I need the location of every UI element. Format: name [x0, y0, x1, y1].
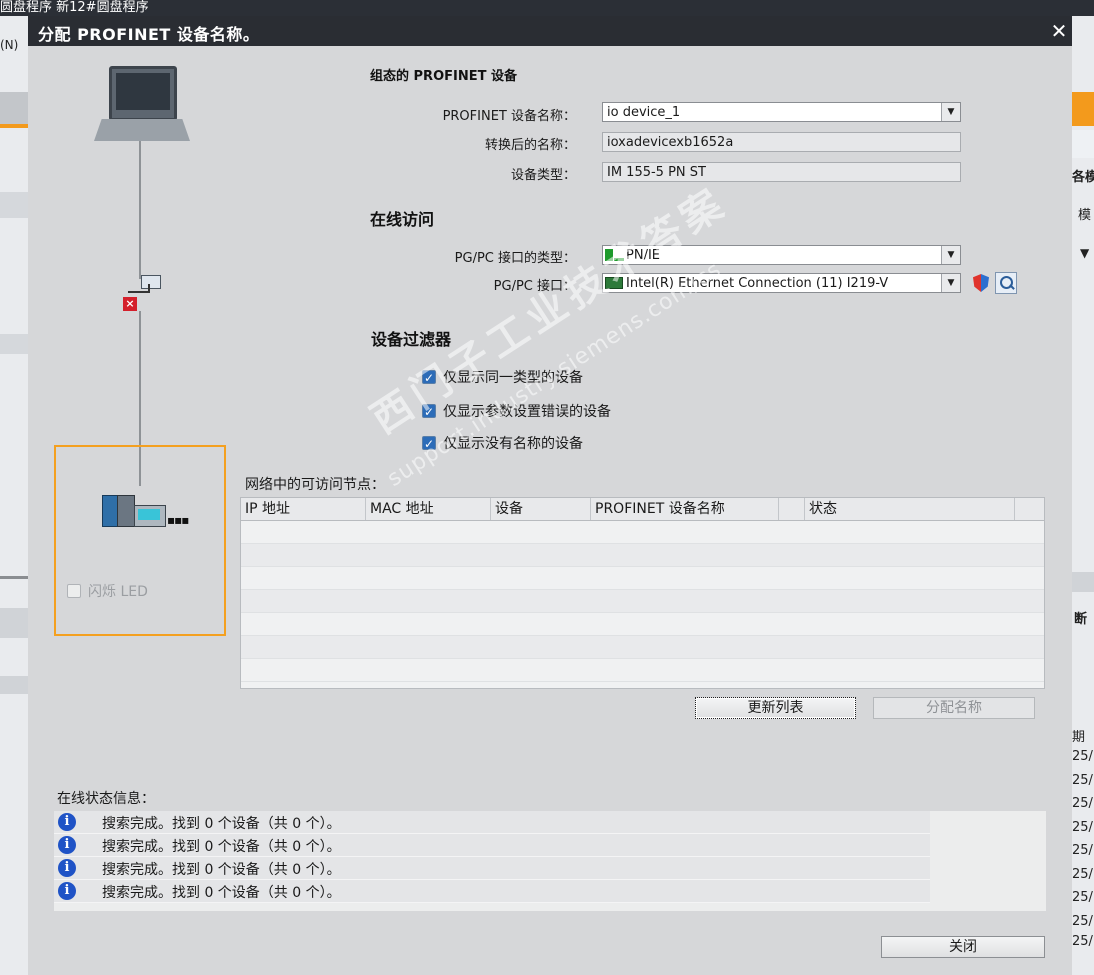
network-icon: [605, 249, 613, 261]
device-filter-heading: 设备过滤器: [371, 330, 452, 349]
info-icon: i: [58, 882, 76, 900]
switch-icon: [141, 275, 161, 289]
pgpc-type-dropdown[interactable]: PN/IE ▼: [602, 245, 961, 265]
table-row: [241, 567, 1044, 590]
profinet-name-label: PROFINET 设备名称：: [442, 109, 576, 124]
assign-name-button[interactable]: 分配名称: [873, 697, 1035, 719]
security-shield-icon[interactable]: [973, 274, 989, 292]
online-status-label: 在线状态信息：: [57, 791, 155, 807]
converted-name-field: ioxadevicexb1652a: [602, 132, 961, 152]
device-type-field: IM 155-5 PN ST: [602, 162, 961, 182]
chevron-down-icon[interactable]: ▼: [941, 274, 960, 292]
background-menu-fragment: (N): [0, 38, 19, 52]
accessible-nodes-label: 网络中的可访问节点：: [245, 477, 385, 493]
accessible-nodes-table[interactable]: IP 地址 MAC 地址 设备 PROFINET 设备名称 状态: [240, 497, 1045, 689]
column-ip[interactable]: IP 地址: [241, 498, 366, 520]
dialog-titlebar[interactable]: 分配 PROFINET 设备名称。 ✕: [28, 16, 1072, 46]
device-module-icon: [102, 495, 118, 527]
close-icon[interactable]: ✕: [1048, 20, 1070, 42]
filter-no-name-checkbox[interactable]: ✓: [422, 436, 436, 451]
table-row: [241, 590, 1044, 613]
refresh-list-button[interactable]: 更新列表: [695, 697, 856, 719]
blink-led-checkbox-row[interactable]: 闪烁 LED: [67, 581, 148, 601]
list-item: i 搜索完成。找到 0 个设备（共 0 个）。: [54, 857, 930, 880]
list-item: i 搜索完成。找到 0 个设备（共 0 个）。: [54, 880, 930, 903]
table-row: [241, 636, 1044, 659]
configured-device-heading: 组态的 PROFINET 设备: [370, 69, 517, 84]
info-icon: i: [58, 836, 76, 854]
table-row: [241, 613, 1044, 636]
pgpc-interface-label: PG/PC 接口：: [493, 279, 576, 294]
info-icon: i: [58, 813, 76, 831]
table-header: IP 地址 MAC 地址 设备 PROFINET 设备名称 状态: [241, 498, 1044, 521]
pgpc-type-label: PG/PC 接口的类型：: [454, 251, 576, 266]
column-device[interactable]: 设备: [491, 498, 591, 520]
error-x-icon: ×: [123, 297, 137, 311]
profinet-name-dropdown[interactable]: io device_1 ▼: [602, 102, 961, 122]
assign-profinet-name-dialog: 分配 PROFINET 设备名称。 ✕ × ▪▪▪ 闪烁 LED 组态的 PRO…: [28, 16, 1072, 975]
online-status-list[interactable]: i 搜索完成。找到 0 个设备（共 0 个）。 i 搜索完成。找到 0 个设备（…: [54, 811, 1046, 911]
target-device-frame: [54, 445, 226, 636]
filter-same-type-checkbox[interactable]: ✓: [422, 370, 436, 385]
search-device-icon[interactable]: [995, 272, 1017, 294]
dialog-title: 分配 PROFINET 设备名称。: [38, 25, 260, 44]
table-row: [241, 659, 1044, 682]
converted-name-label: 转换后的名称：: [484, 138, 576, 153]
network-card-icon: [605, 277, 623, 289]
laptop-icon: [109, 66, 177, 121]
column-mac[interactable]: MAC 地址: [366, 498, 491, 520]
background-left-panel: (N): [0, 16, 28, 975]
online-access-heading: 在线访问: [370, 210, 435, 229]
pgpc-interface-dropdown[interactable]: Intel(R) Ethernet Connection (11) I219-V…: [602, 273, 961, 293]
blink-led-label: 闪烁 LED: [88, 584, 148, 600]
device-type-label: 设备类型：: [510, 168, 576, 183]
blink-led-checkbox[interactable]: [67, 584, 81, 598]
close-button[interactable]: 关闭: [881, 936, 1045, 958]
background-app-title: 圆盘程序 新12#圆盘程序: [0, 0, 1094, 16]
table-row: [241, 521, 1044, 544]
list-item: i 搜索完成。找到 0 个设备（共 0 个）。: [54, 834, 930, 857]
network-icon-line: [614, 258, 624, 261]
filter-no-name-row[interactable]: ✓ 仅显示没有名称的设备: [422, 433, 583, 453]
table-row: [241, 544, 1044, 567]
background-right-panel: 各模 模 ▼ 断 期 25/1 25/1 25/1 25/1 25/1 25/1…: [1072, 16, 1094, 975]
filter-same-type-row[interactable]: ✓ 仅显示同一类型的设备: [422, 367, 583, 387]
column-profinet-name[interactable]: PROFINET 设备名称: [591, 498, 779, 520]
list-item: i 搜索完成。找到 0 个设备（共 0 个）。: [54, 811, 930, 834]
chevron-down-icon[interactable]: ▼: [941, 246, 960, 264]
chevron-down-icon[interactable]: ▼: [941, 103, 960, 121]
filter-param-error-checkbox[interactable]: ✓: [422, 404, 436, 419]
connection-line-top: [139, 141, 141, 279]
column-status[interactable]: 状态: [805, 498, 1015, 520]
laptop-base: [94, 119, 190, 141]
info-icon: i: [58, 859, 76, 877]
filter-param-error-row[interactable]: ✓ 仅显示参数设置错误的设备: [422, 401, 611, 421]
